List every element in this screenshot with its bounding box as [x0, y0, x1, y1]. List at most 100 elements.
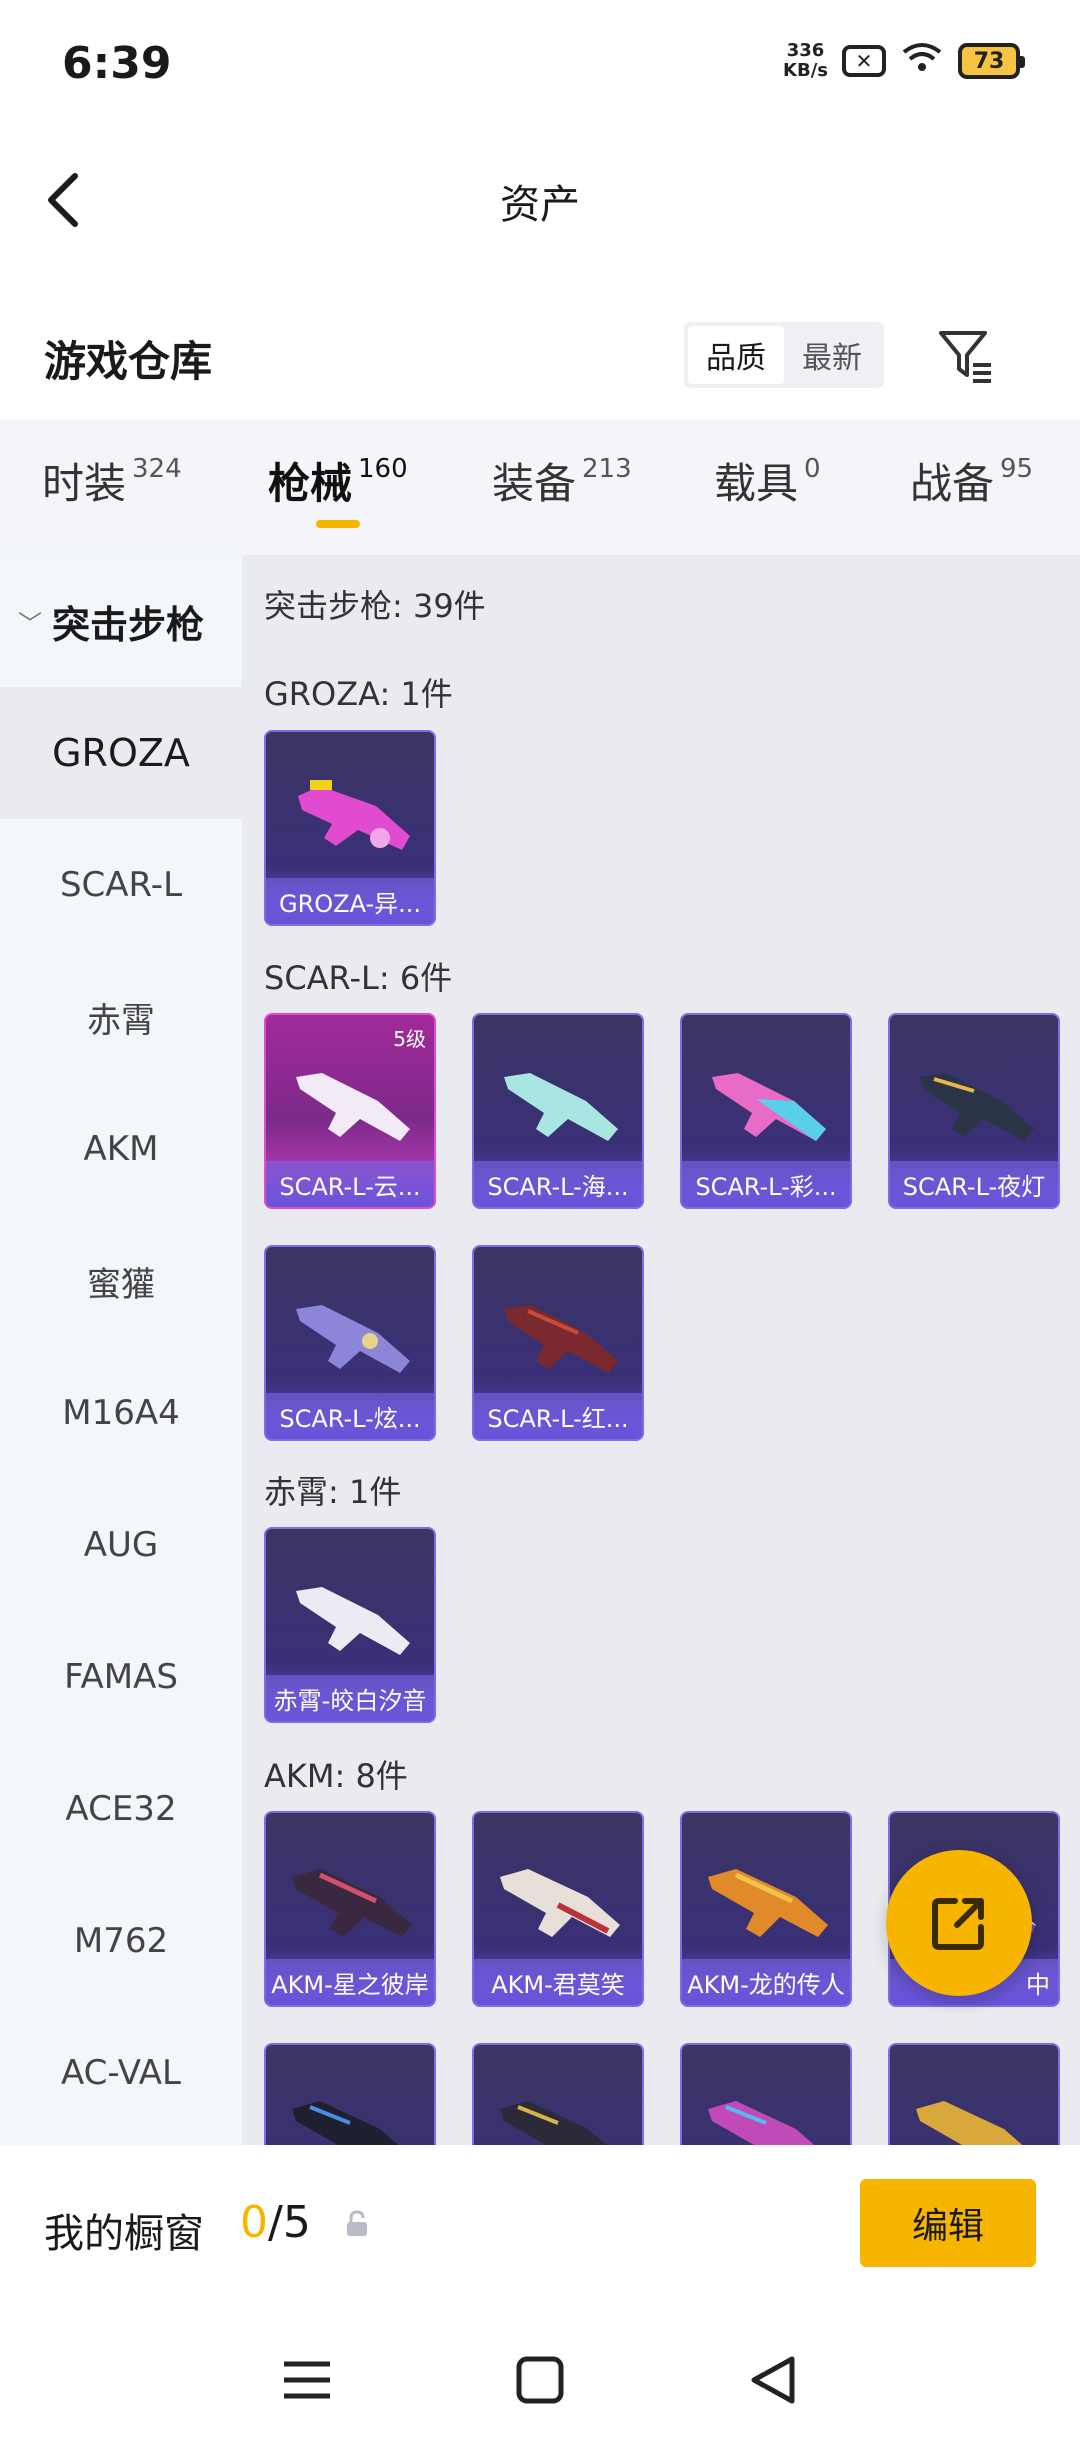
sidebar-item-m762[interactable]: M762 [0, 1875, 242, 2007]
system-nav-bar [0, 2305, 1080, 2460]
tab-combat-gear[interactable]: 战备 95 [910, 450, 1033, 511]
showcase-label: 我的橱窗 [44, 2211, 204, 2257]
sidebar-group-label: 突击步枪 [52, 602, 205, 647]
sidebar-item-akm[interactable]: AKM [0, 1083, 242, 1215]
showcase-total: /5 [268, 2197, 311, 2248]
tab-count: 324 [132, 454, 182, 484]
share-icon [932, 1898, 984, 1950]
weapon-card[interactable] [680, 2043, 852, 2145]
category-summary: 突击步枪: 39件 [264, 587, 486, 625]
showcase-count: 0/5 [240, 2197, 311, 2248]
category-tabs: 时装 324 枪械 160 装备 213 载具 0 战备 95 [0, 420, 1080, 555]
gun-image [708, 1869, 828, 1937]
sidebar-item-aug[interactable]: AUG [0, 1479, 242, 1611]
tab-equipment[interactable]: 装备 213 [492, 450, 632, 511]
tab-guns[interactable]: 枪械 160 [268, 450, 408, 511]
chevron-down-icon: ﹀ [18, 609, 42, 638]
sidebar-item-ace32[interactable]: ACE32 [0, 1743, 242, 1875]
filter-icon[interactable] [930, 320, 1000, 390]
battery-icon: 73 [958, 43, 1025, 79]
showcase-current: 0 [240, 2197, 268, 2248]
sidebar-item-ac-val[interactable]: AC-VAL [0, 2007, 242, 2139]
tab-label: 战备 [910, 459, 995, 508]
tab-label: 载具 [714, 459, 799, 508]
section-heading-groza: GROZA: 1件 [264, 675, 453, 713]
status-time: 6:39 [62, 38, 172, 89]
weapon-card[interactable]: SCAR-L-夜灯 [888, 1013, 1060, 1209]
page-title: 资产 [500, 182, 580, 228]
warehouse-title: 游戏仓库 [44, 337, 213, 386]
sort-quality-button[interactable]: 品质 [688, 326, 784, 384]
weapon-card[interactable]: AKM-星之彼岸 [264, 1811, 436, 2007]
weapon-card[interactable]: GROZA-异... [264, 730, 436, 926]
weapon-card[interactable]: SCAR-L-海... [472, 1013, 644, 1209]
sidebar-group-assault-rifles[interactable]: ﹀ 突击步枪 [0, 555, 242, 687]
tab-label: 时装 [42, 459, 127, 508]
weapon-card-label: SCAR-L-云... [266, 1161, 434, 1207]
header: 资产 [0, 130, 1080, 270]
lock-icon [347, 2210, 367, 2236]
weapon-card[interactable]: SCAR-L-红... [472, 1245, 644, 1441]
weapon-card[interactable]: 赤霄-皎白汐音 [264, 1527, 436, 1723]
share-button[interactable] [886, 1850, 1032, 1996]
sort-toggle: 品质 最新 [684, 322, 884, 388]
home-icon[interactable] [505, 2345, 575, 2415]
weapon-card-label: AKM-龙的传人 [682, 1959, 850, 2005]
net-speed: 336 KB/s [783, 41, 828, 81]
weapon-level-badge: 5级 [393, 1027, 426, 1051]
sim-off-icon: ✕ [842, 45, 886, 77]
tab-count: 160 [358, 454, 408, 484]
sidebar-item-honey-badger[interactable]: 蜜獾 [0, 1215, 242, 1347]
weapon-card-label: SCAR-L-彩... [682, 1161, 850, 1207]
weapon-card[interactable] [472, 2043, 644, 2145]
gun-image [296, 1073, 410, 1141]
gun-image [504, 1305, 618, 1373]
back-nav-icon[interactable] [738, 2345, 808, 2415]
gun-image [292, 1869, 412, 1937]
gun-image [708, 2101, 815, 2145]
menu-icon[interactable] [272, 2345, 342, 2415]
active-tab-indicator [316, 520, 360, 528]
sidebar-item-chixiao[interactable]: 赤霄 [0, 951, 242, 1083]
gun-image [292, 2101, 399, 2145]
tab-count: 0 [804, 454, 821, 484]
weapon-card[interactable] [264, 2043, 436, 2145]
status-bar: 6:39 336 KB/s ✕ 73 [0, 0, 1080, 130]
section-heading-chixiao: 赤霄: 1件 [264, 1473, 402, 1511]
section-heading-scar-l: SCAR-L: 6件 [264, 959, 453, 997]
tab-count: 95 [1000, 454, 1034, 484]
wifi-icon [900, 40, 944, 82]
tab-label: 装备 [492, 459, 577, 508]
tab-vehicles[interactable]: 载具 0 [714, 450, 821, 511]
sidebar-item-groza[interactable]: GROZA [0, 687, 242, 819]
gun-image [920, 1073, 1034, 1141]
sort-latest-button[interactable]: 最新 [784, 326, 880, 384]
gun-image [712, 1073, 826, 1141]
section-heading-akm: AKM: 8件 [264, 1757, 408, 1795]
tab-fashion[interactable]: 时装 324 [42, 450, 182, 511]
tab-count: 213 [582, 454, 632, 484]
weapon-card-label: SCAR-L-海... [474, 1161, 642, 1207]
weapon-card-label: SCAR-L-红... [474, 1393, 642, 1439]
gun-image [500, 2101, 607, 2145]
weapon-card[interactable]: AKM-龙的传人 [680, 1811, 852, 2007]
weapon-card-label: AKM-星之彼岸 [266, 1959, 434, 2005]
weapon-card[interactable]: SCAR-L-炫... [264, 1245, 436, 1441]
edit-button[interactable]: 编辑 [860, 2179, 1036, 2267]
weapon-card[interactable]: 5级 SCAR-L-云... [264, 1013, 436, 1209]
showcase-bar: 我的橱窗 0/5 编辑 [0, 2145, 1080, 2305]
warehouse-row: 游戏仓库 品质 最新 [0, 300, 1080, 410]
weapon-card-label: AKM-君莫笑 [474, 1959, 642, 2005]
sidebar-item-scar-l[interactable]: SCAR-L [0, 819, 242, 951]
weapon-card[interactable] [888, 2043, 1060, 2145]
sidebar-item-famas[interactable]: FAMAS [0, 1611, 242, 1743]
sidebar-item-m16a4[interactable]: M16A4 [0, 1347, 242, 1479]
weapon-card-label: SCAR-L-炫... [266, 1393, 434, 1439]
weapon-card-label: 赤霄-皎白汐音 [266, 1675, 434, 1721]
gun-image [500, 1869, 620, 1937]
weapon-card[interactable]: SCAR-L-彩... [680, 1013, 852, 1209]
gun-image [504, 1073, 618, 1141]
weapon-card[interactable]: AKM-君莫笑 [472, 1811, 644, 2007]
status-icons: 336 KB/s ✕ 73 [783, 40, 1025, 82]
weapon-card-label: GROZA-异... [266, 878, 434, 924]
